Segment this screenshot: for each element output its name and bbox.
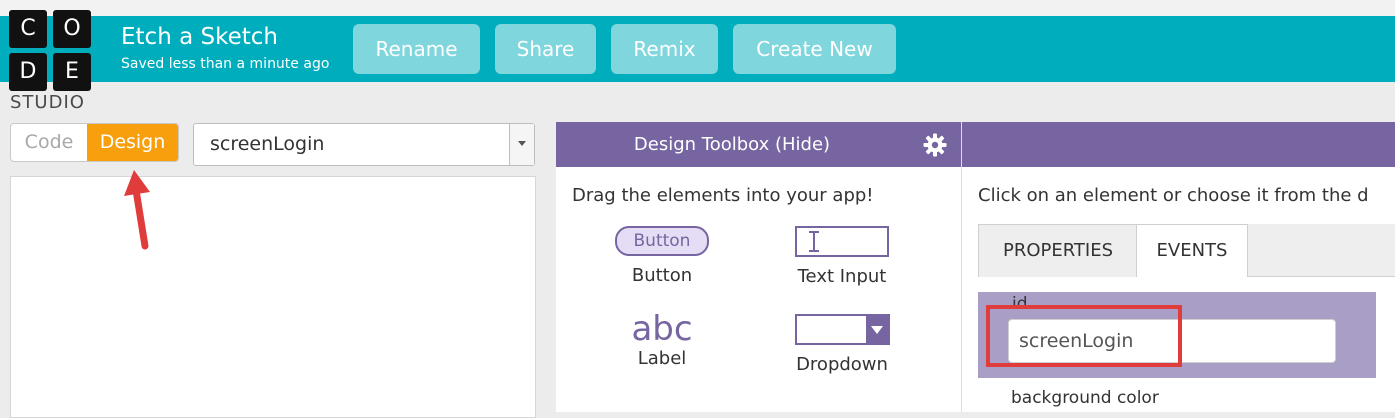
design-toolbox: Design Toolbox (Hide) Drag the elements … — [556, 122, 962, 412]
top-strip — [0, 0, 1395, 16]
save-status: Saved less than a minute ago — [121, 56, 330, 72]
highlight-box-annotation — [986, 305, 1182, 367]
code-mode-button[interactable]: Code — [11, 124, 87, 161]
gear-icon[interactable] — [923, 133, 947, 157]
project-title: Etch a Sketch — [121, 24, 278, 50]
screen-select-value: screenLogin — [210, 133, 325, 155]
tab-properties[interactable]: PROPERTIES — [978, 224, 1138, 277]
code-studio-logo[interactable]: C O D E — [9, 10, 91, 92]
toolbox-item-label: Button — [631, 265, 693, 286]
tab-events[interactable]: EVENTS — [1136, 224, 1248, 277]
logo-letter-d: D — [9, 53, 47, 91]
screen-select[interactable]: screenLogin — [193, 123, 535, 166]
toolbox-dropdown-item[interactable]: Dropdown — [782, 314, 902, 375]
mode-toggle: Code Design — [10, 123, 179, 162]
properties-header — [962, 122, 1395, 167]
toolbox-item-label: Label — [637, 348, 687, 369]
background-color-label: background color — [1011, 388, 1159, 408]
toolbox-title[interactable]: Design Toolbox (Hide) — [556, 122, 908, 167]
logo-letter-e: E — [53, 53, 91, 91]
toolbox-text-input-item[interactable]: Text Input — [782, 226, 902, 287]
remix-button[interactable]: Remix — [611, 24, 718, 74]
red-arrow-annotation-icon — [124, 170, 150, 250]
rename-button[interactable]: Rename — [353, 24, 480, 74]
toolbox-label-item[interactable]: abc Label — [612, 312, 712, 369]
text-input-element-icon — [795, 226, 889, 257]
dropdown-element-icon — [794, 314, 890, 345]
logo-studio-text: STUDIO — [10, 92, 85, 113]
properties-panel: Click on an element or choose it from th… — [962, 122, 1395, 412]
share-button[interactable]: Share — [495, 24, 596, 74]
create-new-button[interactable]: Create New — [733, 24, 896, 74]
properties-hint: Click on an element or choose it from th… — [978, 185, 1369, 206]
logo-letter-c: C — [9, 10, 47, 48]
properties-tabs: PROPERTIES EVENTS — [978, 224, 1395, 277]
toolbox-header: Design Toolbox (Hide) — [556, 122, 961, 167]
app-preview-area[interactable] — [10, 176, 536, 418]
chevron-down-icon[interactable] — [509, 124, 534, 165]
toolbox-hint: Drag the elements into your app! — [572, 185, 874, 206]
toolbox-item-label: Dropdown — [796, 354, 888, 375]
toolbox-item-label: Text Input — [797, 266, 887, 287]
button-element-icon: Button — [615, 226, 709, 256]
label-element-icon: abc — [631, 309, 693, 349]
design-mode-button[interactable]: Design — [87, 124, 178, 161]
toolbox-button-item[interactable]: Button Button — [612, 226, 712, 286]
logo-letter-o: O — [53, 10, 91, 48]
